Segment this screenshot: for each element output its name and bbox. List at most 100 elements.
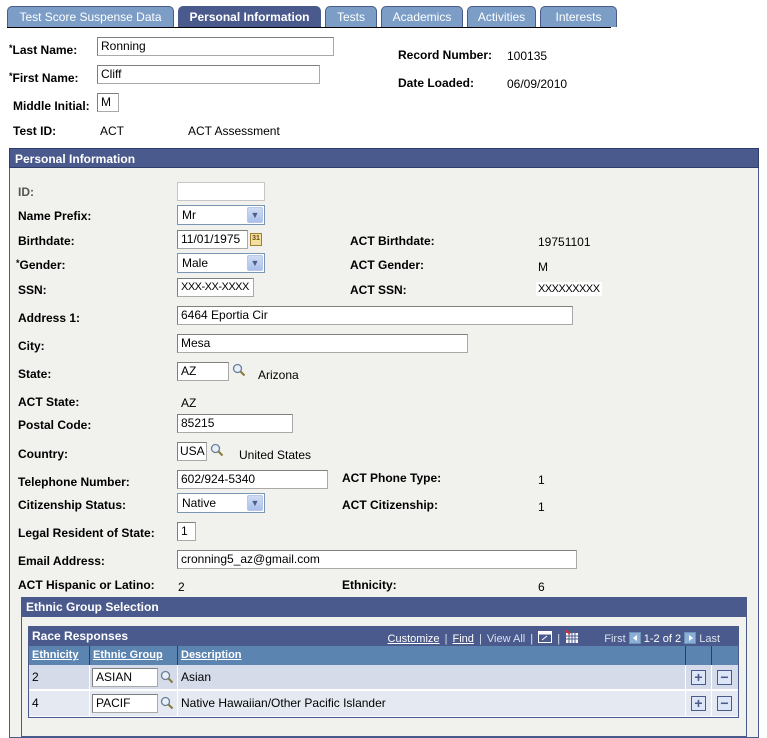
- row-range: 1-2 of 2: [643, 633, 682, 645]
- download-grid-icon[interactable]: [564, 629, 579, 643]
- row-description: Native Hawaiian/Other Pacific Islander: [178, 691, 686, 716]
- first-name-input[interactable]: Cliff: [97, 65, 320, 84]
- grid-title-bar: Race Responses Customize | Find | View A…: [29, 627, 738, 646]
- add-row-button[interactable]: +: [691, 696, 706, 711]
- address1-input[interactable]: 6464 Eportia Cir: [177, 306, 573, 325]
- gender-label-text: Gender:: [19, 258, 66, 272]
- legal-resident-input[interactable]: 1: [177, 522, 196, 541]
- act-citizenship-label: ACT Citizenship:: [342, 498, 438, 512]
- find-link[interactable]: Find: [453, 633, 474, 645]
- search-icon[interactable]: [160, 670, 174, 684]
- test-id-label: Test ID:: [13, 124, 57, 138]
- act-ssn-label: ACT SSN:: [350, 283, 407, 297]
- date-loaded-value: 06/09/2010: [507, 77, 568, 91]
- name-prefix-value: Mr: [182, 208, 196, 222]
- ethnic-group-input[interactable]: ASIAN: [92, 668, 158, 687]
- act-ssn-value: XXXXXXXXX: [536, 282, 602, 296]
- tab-activities[interactable]: Activities: [467, 6, 536, 27]
- first-name-label-text: First Name:: [12, 71, 79, 85]
- city-input[interactable]: Mesa: [177, 334, 468, 353]
- column-header-ethnic-group[interactable]: Ethnic Group: [90, 646, 178, 665]
- first-name-label: *First Name:: [9, 71, 79, 85]
- required-marker: *: [9, 43, 13, 53]
- country-description: United States: [239, 448, 312, 462]
- chevron-down-icon[interactable]: ▼: [247, 495, 263, 511]
- tab-interests[interactable]: Interests: [540, 6, 617, 27]
- last-name-input[interactable]: Ronning: [97, 37, 334, 56]
- ssn-input[interactable]: XXX-XX-XXXX: [177, 278, 254, 297]
- previous-icon[interactable]: [628, 632, 641, 644]
- separator: |: [478, 633, 482, 645]
- act-citizenship-value: 1: [538, 500, 545, 514]
- ethnic-group-header: Ethnic Group Selection: [21, 597, 747, 617]
- email-input[interactable]: cronning5_az@gmail.com: [177, 550, 577, 569]
- personal-information-header: Personal Information: [9, 148, 759, 168]
- citizenship-select[interactable]: Native ▼: [177, 493, 265, 513]
- gender-value: Male: [182, 256, 209, 270]
- grid-navigation: Customize | Find | View All | | First 1-…: [388, 629, 720, 645]
- separator: |: [444, 633, 448, 645]
- ethnic-group-input[interactable]: PACIF: [92, 694, 158, 713]
- race-responses-grid: Race Responses Customize | Find | View A…: [28, 626, 739, 718]
- birthdate-label: Birthdate:: [18, 234, 75, 248]
- search-icon[interactable]: [232, 363, 246, 377]
- country-label: Country:: [18, 447, 68, 461]
- required-marker: *: [9, 71, 13, 81]
- state-input[interactable]: AZ: [177, 362, 229, 381]
- column-header-description[interactable]: Description: [178, 646, 686, 665]
- telephone-input[interactable]: 602/924-5340: [177, 470, 328, 489]
- citizenship-value: Native: [182, 496, 217, 510]
- act-birthdate-label: ACT Birthdate:: [350, 234, 435, 248]
- ethnicity-label: Ethnicity:: [342, 578, 397, 592]
- last-label: Last: [699, 633, 720, 645]
- separator: |: [557, 633, 561, 645]
- row-ethnicity: 4: [29, 691, 90, 716]
- ssn-label: SSN:: [18, 283, 47, 297]
- first-label: First: [604, 633, 626, 645]
- city-label: City:: [18, 339, 45, 353]
- delete-row-button[interactable]: −: [717, 670, 732, 685]
- next-icon[interactable]: [684, 632, 697, 644]
- search-icon[interactable]: [160, 696, 174, 710]
- tab-personal-information[interactable]: Personal Information: [178, 6, 321, 28]
- tab-test-score-suspense-data[interactable]: Test Score Suspense Data: [7, 6, 174, 27]
- column-header-delete: [712, 646, 738, 665]
- new-window-icon[interactable]: [538, 631, 553, 643]
- row-description: Asian: [178, 665, 686, 690]
- search-icon[interactable]: [210, 443, 224, 457]
- act-gender-value: M: [538, 260, 548, 274]
- view-all-link[interactable]: View All: [487, 633, 525, 645]
- chevron-down-icon[interactable]: ▼: [247, 207, 263, 223]
- id-input[interactable]: [177, 182, 265, 201]
- address1-label: Address 1:: [18, 311, 81, 325]
- act-state-label: ACT State:: [18, 395, 80, 409]
- name-prefix-select[interactable]: Mr ▼: [177, 205, 265, 225]
- grid-header-row: Ethnicity Ethnic Group Description: [29, 646, 738, 665]
- tab-academics[interactable]: Academics: [381, 6, 463, 27]
- customize-link[interactable]: Customize: [388, 633, 440, 645]
- act-state-value: AZ: [181, 396, 197, 410]
- calendar-icon[interactable]: 31: [250, 233, 262, 246]
- postal-code-input[interactable]: 85215: [177, 414, 293, 433]
- date-loaded-label: Date Loaded:: [398, 76, 475, 90]
- delete-row-button[interactable]: −: [717, 696, 732, 711]
- column-header-ethnicity[interactable]: Ethnicity: [29, 646, 90, 665]
- gender-label: *Gender:: [16, 258, 66, 272]
- gender-select[interactable]: Male ▼: [177, 253, 265, 273]
- record-number-value: 100135: [507, 49, 548, 63]
- middle-initial-input[interactable]: M: [97, 93, 119, 112]
- tab-underline: [7, 27, 611, 28]
- table-row: 4 PACIF Native Hawaiian/Other Pacific Is…: [29, 691, 738, 716]
- id-label: ID:: [18, 185, 34, 199]
- act-birthdate-value: 19751101: [538, 235, 591, 249]
- table-row: 2 ASIAN Asian + −: [29, 665, 738, 690]
- legal-resident-label: Legal Resident of State:: [18, 526, 155, 540]
- country-input[interactable]: USA: [177, 442, 207, 461]
- test-id-description: ACT Assessment: [188, 124, 280, 138]
- birthdate-input[interactable]: 11/01/1975: [177, 230, 248, 249]
- last-name-label: *Last Name:: [9, 43, 77, 57]
- add-row-button[interactable]: +: [691, 670, 706, 685]
- postal-code-label: Postal Code:: [18, 418, 92, 432]
- chevron-down-icon[interactable]: ▼: [247, 255, 263, 271]
- tab-tests[interactable]: Tests: [325, 6, 377, 27]
